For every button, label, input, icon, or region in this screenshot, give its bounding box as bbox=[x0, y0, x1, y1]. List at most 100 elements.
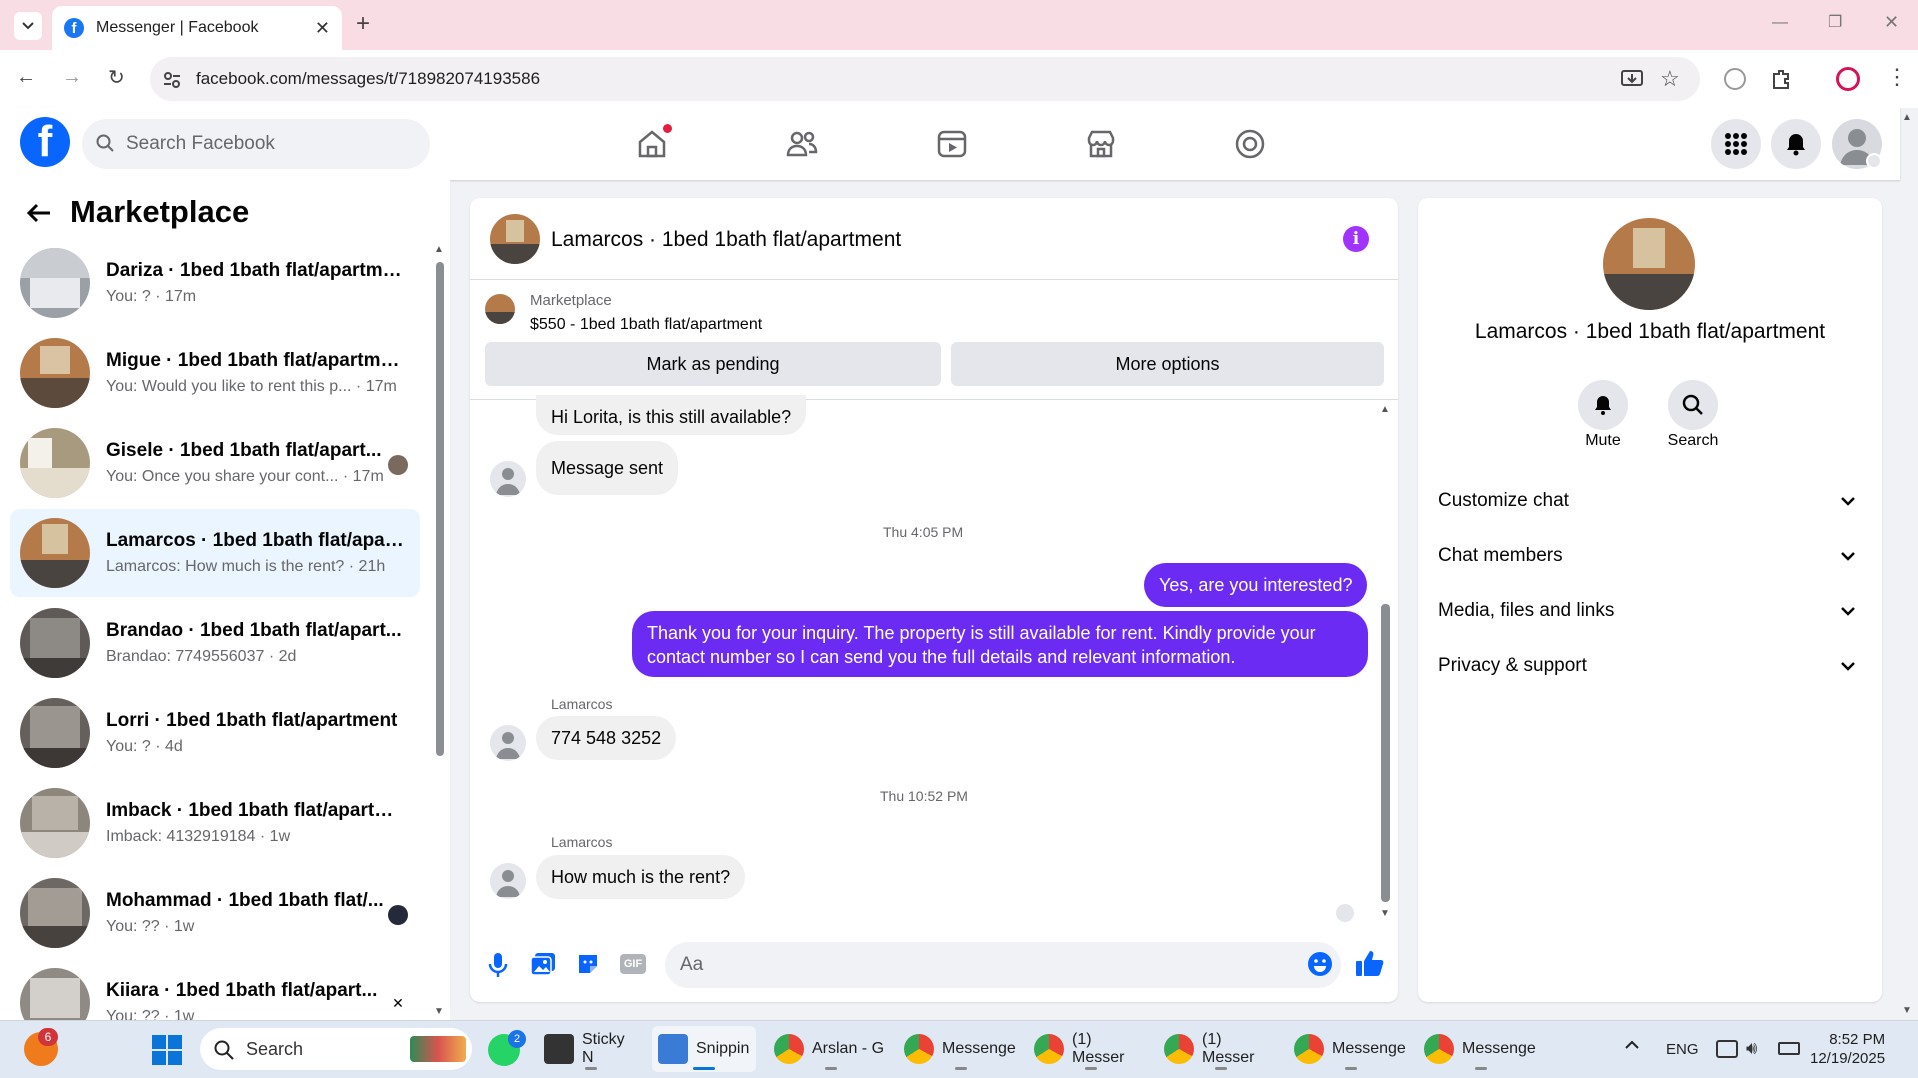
sidebar-scroll-up-icon[interactable]: ▲ bbox=[434, 244, 444, 255]
notifications-button[interactable] bbox=[1771, 119, 1821, 169]
chat-avatar[interactable] bbox=[490, 214, 540, 264]
message-outgoing-long[interactable]: Thank you for your inquiry. The property… bbox=[632, 611, 1368, 677]
chrome-icon bbox=[774, 1034, 804, 1064]
like-thumb-icon[interactable] bbox=[1355, 949, 1385, 977]
conversation-item[interactable]: Gisele · 1bed 1bath flat/apart... You: On… bbox=[10, 419, 420, 507]
message-incoming[interactable]: Message sent bbox=[536, 441, 679, 495]
message-input[interactable]: Aa bbox=[665, 942, 1341, 988]
menu-grid-button[interactable] bbox=[1711, 119, 1761, 169]
gaming-nav-icon[interactable] bbox=[1230, 124, 1270, 164]
install-app-icon[interactable] bbox=[1620, 68, 1644, 90]
bookmark-star-icon[interactable]: ☆ bbox=[1660, 66, 1680, 92]
video-nav-icon[interactable] bbox=[932, 124, 972, 164]
info-icon[interactable]: i bbox=[1343, 226, 1369, 252]
details-avatar bbox=[1603, 218, 1695, 310]
sender-name: Lamarcos bbox=[551, 834, 613, 850]
battery-icon[interactable] bbox=[1778, 1042, 1800, 1055]
conversation-name: Dariza · 1bed 1bath flat/apartment bbox=[106, 260, 406, 281]
chat-scrollbar[interactable] bbox=[1381, 604, 1390, 902]
chat-scroll-down-icon[interactable]: ▼ bbox=[1380, 908, 1390, 919]
conversation-item[interactable]: Brandao · 1bed 1bath flat/apart... Branda… bbox=[10, 599, 420, 687]
windows-start-icon[interactable] bbox=[152, 1035, 182, 1065]
conversation-item[interactable]: Lorri · 1bed 1bath flat/apartment You: ? … bbox=[10, 689, 420, 777]
conversation-item[interactable]: Dariza · 1bed 1bath flat/apartment You: ?… bbox=[10, 239, 420, 327]
chat-title[interactable]: Lamarcos · 1bed 1bath flat/apartment bbox=[551, 228, 901, 252]
conversation-item[interactable]: Migue · 1bed 1bath flat/apartment You: Wo… bbox=[10, 329, 420, 417]
new-tab-icon[interactable]: + bbox=[356, 10, 370, 38]
taskbar-app-snipping[interactable]: Snippin bbox=[652, 1026, 756, 1072]
taskbar-app-chrome[interactable]: Messenge bbox=[1424, 1026, 1538, 1072]
sidebar-scrollbar[interactable] bbox=[436, 262, 444, 756]
reload-icon[interactable]: ↻ bbox=[108, 65, 125, 90]
account-chevron-icon[interactable] bbox=[1866, 153, 1882, 169]
conversation-item-selected[interactable]: Lamarcos · 1bed 1bath flat/apart... Lamar… bbox=[10, 509, 420, 597]
taskbar-app-chrome[interactable]: Messenge bbox=[1294, 1026, 1408, 1072]
conversation-item[interactable]: Mohammad · 1bed 1bath flat/... You: ?? · … bbox=[10, 869, 420, 957]
chat-members-row[interactable]: Chat members bbox=[1438, 536, 1862, 576]
photo-icon[interactable] bbox=[530, 952, 556, 976]
message-incoming[interactable]: 774 548 3252 bbox=[536, 716, 677, 760]
bell-icon bbox=[1595, 396, 1611, 415]
taskbar-app-chrome[interactable]: Arslan - G bbox=[774, 1026, 888, 1072]
close-window-icon[interactable]: ✕ bbox=[1884, 12, 1899, 33]
conversation-item[interactable]: Imback · 1bed 1bath flat/apartm... Imback… bbox=[10, 779, 420, 867]
facebook-logo-icon[interactable]: f bbox=[20, 117, 70, 167]
emoji-icon[interactable] bbox=[1307, 951, 1333, 977]
page-scroll-up-icon[interactable]: ▲ bbox=[1902, 112, 1912, 123]
section-label: Privacy & support bbox=[1438, 655, 1587, 676]
timestamp: Thu 10:52 PM bbox=[880, 788, 968, 804]
friends-nav-icon[interactable] bbox=[782, 124, 822, 164]
browser-tab[interactable]: f Messenger | Facebook ✕ bbox=[52, 6, 342, 50]
customize-chat-row[interactable]: Customize chat bbox=[1438, 481, 1862, 521]
message-outgoing[interactable]: Yes, are you interested? bbox=[1144, 563, 1368, 607]
more-options-button[interactable]: More options bbox=[951, 342, 1384, 386]
close-tab-icon[interactable]: ✕ bbox=[315, 18, 330, 39]
network-icon[interactable] bbox=[1716, 1040, 1738, 1058]
tab-search-button[interactable] bbox=[14, 12, 42, 40]
taskbar-clock[interactable]: 8:52 PM 12/19/2025 bbox=[1810, 1030, 1885, 1068]
snipping-tool-icon bbox=[658, 1034, 688, 1064]
back-icon[interactable]: ← bbox=[16, 66, 36, 89]
chevron-down-icon bbox=[1841, 662, 1855, 671]
translate-icon[interactable] bbox=[1724, 68, 1746, 90]
marketplace-nav-icon[interactable] bbox=[1081, 124, 1121, 164]
forward-icon[interactable]: → bbox=[62, 66, 82, 89]
taskbar-app-chrome[interactable]: (1) Messer bbox=[1034, 1026, 1148, 1072]
sidebar-scroll-down-icon[interactable]: ▼ bbox=[434, 1006, 444, 1017]
message-incoming[interactable]: How much is the rent? bbox=[536, 855, 746, 899]
sticker-icon[interactable] bbox=[576, 952, 600, 976]
back-arrow-icon[interactable] bbox=[26, 202, 52, 224]
search-in-chat-button[interactable] bbox=[1668, 380, 1718, 430]
message-incoming[interactable]: Hi Lorita, is this still available? bbox=[536, 395, 807, 435]
conversation-item[interactable]: Kiiara · 1bed 1bath flat/apart... You: ??… bbox=[10, 959, 420, 1020]
menu-dots-icon[interactable]: ⋮ bbox=[1886, 64, 1908, 90]
mark-pending-button[interactable]: Mark as pending bbox=[485, 342, 941, 386]
microphone-icon[interactable] bbox=[488, 952, 508, 978]
search-facebook-input[interactable]: Search Facebook bbox=[82, 119, 430, 169]
profile-icon[interactable] bbox=[1836, 67, 1860, 91]
listing-item[interactable]: $550 - 1bed 1bath flat/apartment bbox=[530, 316, 762, 334]
listing-thumbnail bbox=[20, 518, 90, 588]
taskbar-app-chrome[interactable]: Messenge bbox=[904, 1026, 1018, 1072]
gif-icon[interactable]: GIF bbox=[620, 954, 646, 974]
chevron-down-icon bbox=[22, 22, 34, 30]
chevron-down-icon bbox=[1841, 607, 1855, 616]
language-indicator[interactable]: ENG bbox=[1666, 1041, 1699, 1058]
tray-chevron-up-icon[interactable] bbox=[1624, 1040, 1640, 1050]
minimize-icon[interactable]: — bbox=[1772, 14, 1788, 32]
restore-icon[interactable]: ❐ bbox=[1828, 12, 1842, 32]
chrome-icon bbox=[1164, 1034, 1194, 1064]
page-scroll-down-icon[interactable]: ▼ bbox=[1902, 1005, 1912, 1016]
extensions-icon[interactable] bbox=[1770, 68, 1792, 90]
conversation-name: Gisele · 1bed 1bath flat/apart... bbox=[106, 440, 382, 461]
site-info-icon[interactable] bbox=[162, 70, 182, 90]
url-field[interactable]: facebook.com/messages/t/718982074193586 bbox=[150, 57, 1700, 101]
chat-scroll-up-icon[interactable]: ▲ bbox=[1380, 404, 1390, 415]
taskbar-app-chrome[interactable]: (1) Messer bbox=[1164, 1026, 1278, 1072]
privacy-support-row[interactable]: Privacy & support bbox=[1438, 646, 1862, 686]
mute-button[interactable] bbox=[1578, 380, 1628, 430]
media-files-links-row[interactable]: Media, files and links bbox=[1438, 591, 1862, 631]
taskbar-app-sticky[interactable]: Sticky N bbox=[544, 1026, 638, 1072]
listing-thumbnail bbox=[485, 294, 515, 324]
volume-icon[interactable]: 🔊︎ bbox=[1746, 1038, 1757, 1059]
